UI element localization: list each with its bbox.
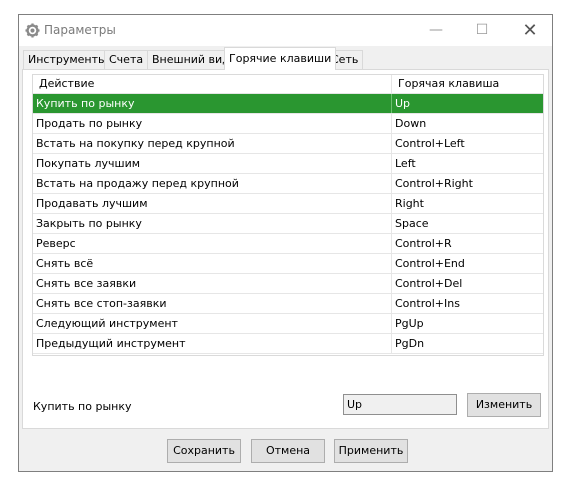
hotkey-cell: Down <box>391 114 545 133</box>
close-button[interactable]: ✕ <box>507 15 553 46</box>
tab-instruments[interactable]: Инструменты <box>23 50 112 69</box>
tab-hotkeys[interactable]: Горячие клавиши <box>224 47 337 70</box>
action-cell: Снять все стоп-заявки <box>36 297 167 310</box>
close-icon: ✕ <box>522 20 538 41</box>
action-cell: Встать на продажу перед крупной <box>36 177 239 190</box>
hotkey-cell: Control+Right <box>391 174 545 193</box>
hotkey-cell: Up <box>391 94 545 113</box>
hotkey-cell: Left <box>391 154 545 173</box>
table-row[interactable]: Встать на покупку перед крупной Control+… <box>33 134 543 154</box>
table-row[interactable]: Снять все стоп-заявки Control+Ins <box>33 294 543 314</box>
table-row[interactable]: Закрыть по рынку Space <box>33 214 543 234</box>
action-cell: Снять всё <box>36 257 94 270</box>
table-header: Действие Горячая клавиша <box>33 75 543 94</box>
action-cell: Купить по рынку <box>36 97 135 110</box>
table-row[interactable]: Купить по рынку Up <box>33 94 543 114</box>
table-row[interactable]: Реверс Control+R <box>33 234 543 254</box>
settings-window: Параметры — ☐ ✕ Инструменты Счета Внешни… <box>18 14 553 472</box>
gear-icon <box>25 23 40 38</box>
hotkey-cell: Right <box>391 194 545 213</box>
table-row[interactable]: Продавать лучшим Right <box>33 194 543 214</box>
minimize-icon: — <box>429 22 443 38</box>
table-row[interactable]: Следующий инструмент PgUp <box>33 314 543 334</box>
hotkeys-table: Действие Горячая клавиша Купить по рынку… <box>32 74 544 356</box>
hotkey-cell: PgUp <box>391 314 545 333</box>
table-row[interactable]: Снять все заявки Control+Del <box>33 274 543 294</box>
table-row[interactable]: Предыдущий инструмент PgDn <box>33 334 543 354</box>
tab-accounts[interactable]: Счета <box>104 50 149 69</box>
hotkey-cell: Space <box>391 214 545 233</box>
maximize-icon: ☐ <box>475 22 489 38</box>
hotkey-cell: PgDn <box>391 334 545 353</box>
apply-button[interactable]: Применить <box>334 439 408 463</box>
table-row[interactable]: Встать на продажу перед крупной Control+… <box>33 174 543 194</box>
title-bar: Параметры — ☐ ✕ <box>19 15 552 46</box>
hotkey-cell: Control+Del <box>391 274 545 293</box>
column-header-action[interactable]: Действие <box>33 75 94 93</box>
selected-action-label: Купить по рынку <box>33 400 132 413</box>
table-row[interactable]: Покупать лучшим Left <box>33 154 543 174</box>
table-row[interactable]: Продать по рынку Down <box>33 114 543 134</box>
save-button[interactable]: Сохранить <box>167 439 241 463</box>
cancel-button[interactable]: Отмена <box>251 439 325 463</box>
tab-appearance[interactable]: Внешний вид <box>147 50 235 69</box>
maximize-button[interactable]: ☐ <box>459 15 505 46</box>
window-title: Параметры <box>44 23 116 37</box>
hotkeys-panel: Действие Горячая клавиша Купить по рынку… <box>22 69 549 429</box>
action-cell: Закрыть по рынку <box>36 217 142 230</box>
action-cell: Следующий инструмент <box>36 317 178 330</box>
action-cell: Покупать лучшим <box>36 157 141 170</box>
minimize-button[interactable]: — <box>413 15 459 46</box>
hotkey-cell: Control+End <box>391 254 545 273</box>
hotkey-cell: Control+Ins <box>391 294 545 313</box>
action-cell: Встать на покупку перед крупной <box>36 137 235 150</box>
hotkey-cell: Control+R <box>391 234 545 253</box>
change-button[interactable]: Изменить <box>467 393 541 417</box>
action-cell: Предыдущий инструмент <box>36 337 186 350</box>
action-cell: Снять все заявки <box>36 277 137 290</box>
column-header-hotkey[interactable]: Горячая клавиша <box>392 75 499 93</box>
hotkey-input[interactable] <box>343 394 457 415</box>
table-row[interactable]: Снять всё Control+End <box>33 254 543 274</box>
action-cell: Продать по рынку <box>36 117 143 130</box>
hotkey-cell: Control+Left <box>391 134 545 153</box>
action-cell: Реверс <box>36 237 76 250</box>
action-cell: Продавать лучшим <box>36 197 148 210</box>
